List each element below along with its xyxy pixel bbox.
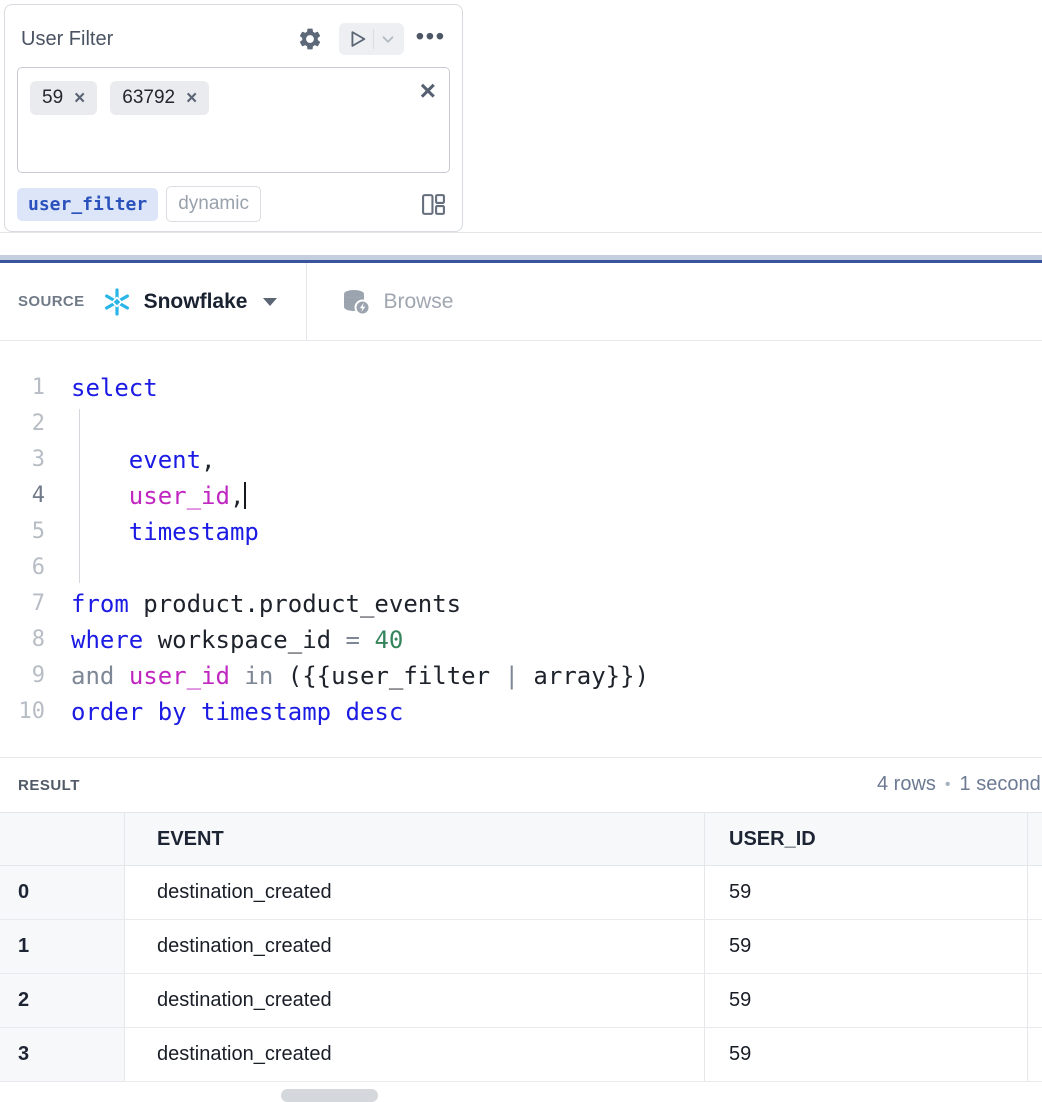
line-number: 4	[0, 478, 45, 514]
run-options-button[interactable]	[379, 30, 397, 48]
cell-user-id: 59	[705, 920, 1028, 973]
layout-button[interactable]	[421, 192, 446, 217]
user-filter-widget: User Filter ••• 59 ×	[4, 4, 463, 232]
code-line: 9 and user_id in ({{user_filter | array}…	[0, 658, 1042, 694]
row-index: 1	[0, 920, 125, 973]
line-number: 5	[0, 514, 45, 550]
widget-header: User Filter •••	[17, 17, 450, 61]
browse-label: Browse	[383, 290, 453, 314]
column-header-user-id[interactable]: USER_ID	[705, 813, 1028, 865]
filter-tag-value: 59	[42, 87, 63, 109]
query-duration: 1 second	[960, 773, 1041, 796]
chevron-down-icon	[379, 30, 397, 48]
clear-input-icon[interactable]: ×	[420, 77, 436, 105]
cell-event: destination_created	[125, 920, 705, 973]
result-bar: RESULT 4 rows • 1 second	[0, 757, 1042, 812]
cell-event: destination_created	[125, 1028, 705, 1081]
row-index: 3	[0, 1028, 125, 1081]
run-split-button	[339, 23, 404, 55]
run-button-divider	[373, 29, 374, 49]
play-icon	[346, 28, 368, 50]
horizontal-scrollbar-thumb[interactable]	[281, 1089, 378, 1102]
remove-tag-icon[interactable]: ×	[186, 89, 197, 108]
result-table: EVENT USER_ID 0 destination_created 59 1…	[0, 812, 1042, 1082]
caret-down-icon	[262, 297, 278, 307]
section-divider	[0, 232, 1042, 233]
source-name[interactable]: Snowflake	[144, 290, 248, 314]
cell-cut	[1028, 974, 1042, 1027]
index-column-header	[0, 813, 125, 865]
code-line: 8 where workspace_id = 40	[0, 622, 1042, 658]
row-index: 2	[0, 974, 125, 1027]
table-header-row: EVENT USER_ID	[0, 812, 1042, 866]
gear-icon	[297, 26, 323, 52]
cell-user-id: 59	[705, 974, 1028, 1027]
table-row: 2 destination_created 59	[0, 974, 1042, 1028]
row-count: 4 rows	[877, 773, 936, 796]
cell-cut	[1028, 920, 1042, 973]
widget-title: User Filter	[21, 28, 297, 51]
source-row-divider	[306, 263, 307, 340]
cell-cut	[1028, 866, 1042, 919]
line-number: 9	[0, 658, 45, 694]
source-dropdown-caret[interactable]	[262, 297, 278, 307]
multi-value-input[interactable]: 59 × 63792 × ×	[17, 67, 450, 173]
line-number: 2	[0, 406, 45, 442]
code-line: 3 event,	[0, 442, 1042, 478]
code-line: 2	[0, 406, 1042, 442]
row-index: 0	[0, 866, 125, 919]
column-header-cut	[1028, 813, 1042, 865]
code-line: 10 order by timestamp desc	[0, 694, 1042, 730]
result-label: RESULT	[18, 777, 80, 794]
meta-separator-dot: •	[945, 776, 951, 794]
cell-event: destination_created	[125, 974, 705, 1027]
code-line: 1 select	[0, 370, 1042, 406]
text-cursor	[244, 482, 246, 509]
source-label: SOURCE	[18, 293, 85, 310]
cell-user-id: 59	[705, 1028, 1028, 1081]
line-number: 3	[0, 442, 45, 478]
code-line: 4 user_id,	[0, 478, 1042, 514]
line-number: 6	[0, 550, 45, 586]
code-line: 5 timestamp	[0, 514, 1042, 550]
table-row: 1 destination_created 59	[0, 920, 1042, 974]
table-row: 3 destination_created 59	[0, 1028, 1042, 1082]
indent-guide	[79, 409, 80, 583]
filter-tag[interactable]: 59 ×	[30, 81, 97, 115]
cell-event: destination_created	[125, 866, 705, 919]
ellipsis-icon: •••	[416, 25, 446, 54]
more-options-button[interactable]: •••	[416, 25, 446, 54]
widget-footer: user_filter dynamic	[17, 186, 450, 222]
code-line: 6	[0, 550, 1042, 586]
sql-editor[interactable]: 1 select 2 3 event, 4 user_id, 5 timesta…	[0, 341, 1042, 757]
cell-user-id: 59	[705, 866, 1028, 919]
snowflake-icon	[102, 287, 132, 317]
variable-name-pill[interactable]: user_filter	[17, 188, 158, 221]
dynamic-badge: dynamic	[166, 186, 261, 222]
line-number: 10	[0, 694, 45, 730]
table-row: 0 destination_created 59	[0, 866, 1042, 920]
settings-button[interactable]	[297, 26, 323, 52]
code-line: 7 from product.product_events	[0, 586, 1042, 622]
column-header-event[interactable]: EVENT	[125, 813, 705, 865]
remove-tag-icon[interactable]: ×	[74, 89, 85, 108]
filter-tag-value: 63792	[122, 87, 175, 109]
result-meta: 4 rows • 1 second	[877, 773, 1041, 796]
run-button[interactable]	[346, 28, 368, 50]
database-browse-icon	[341, 288, 371, 316]
layout-icon	[421, 192, 446, 217]
cell-cut	[1028, 1028, 1042, 1081]
filter-tag[interactable]: 63792 ×	[110, 81, 209, 115]
source-row: SOURCE Snowflake Browse	[0, 263, 1042, 341]
browse-button[interactable]: Browse	[341, 288, 453, 316]
line-number: 1	[0, 370, 45, 406]
line-number: 8	[0, 622, 45, 658]
line-number: 7	[0, 586, 45, 622]
